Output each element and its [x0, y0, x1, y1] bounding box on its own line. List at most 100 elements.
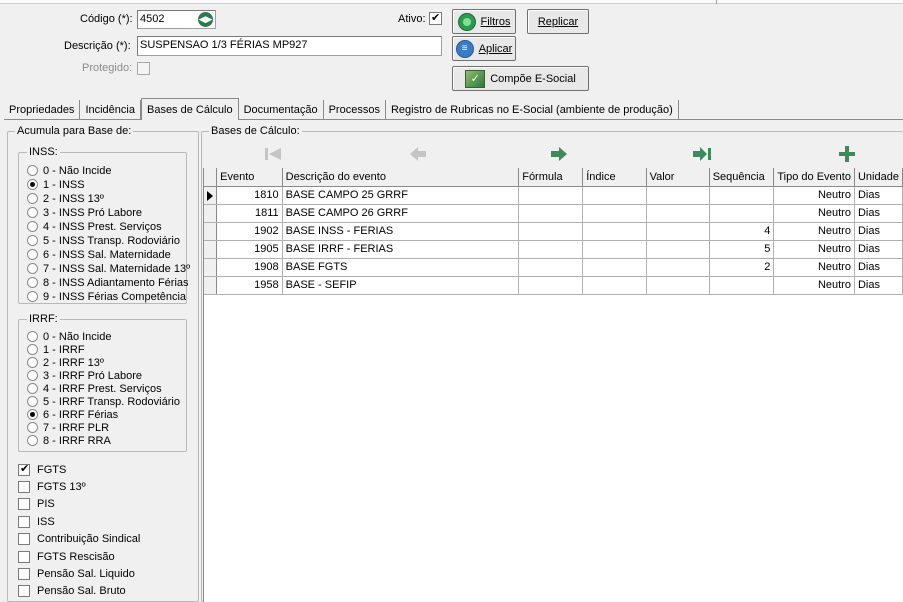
- cell-indice[interactable]: [582, 186, 647, 205]
- base-check-option[interactable]: FGTS Rescisão: [18, 550, 115, 563]
- inss-option[interactable]: 0 - Não Incide: [27, 164, 111, 177]
- base-checkbox[interactable]: [18, 480, 30, 493]
- cell-indice[interactable]: [582, 204, 647, 223]
- table-row[interactable]: 1811 BASE CAMPO 26 GRRF Neutro Dias: [204, 204, 903, 223]
- cell-valor[interactable]: [646, 222, 710, 241]
- inss-option[interactable]: 7 - INSS Sal. Maternidade 13º: [27, 262, 190, 275]
- irrf-radio[interactable]: [27, 435, 38, 446]
- base-check-option[interactable]: PIS: [18, 498, 55, 511]
- irrf-radio[interactable]: [27, 331, 38, 342]
- base-checkbox[interactable]: [18, 462, 30, 476]
- table-row[interactable]: 1905 BASE IRRF - FERIAS 5 Neutro Dias: [204, 240, 903, 259]
- col-valor[interactable]: Valor: [646, 168, 710, 187]
- cell-valor[interactable]: [646, 204, 710, 223]
- inss-radio[interactable]: [27, 291, 38, 302]
- inss-option[interactable]: 3 - INSS Pró Labore: [27, 206, 142, 219]
- base-check-option[interactable]: Contribuição Sindical: [18, 533, 140, 546]
- cell-formula[interactable]: [518, 258, 584, 277]
- first-record-icon[interactable]: [260, 143, 286, 165]
- base-checkbox[interactable]: [18, 567, 30, 580]
- base-check-option[interactable]: Pensão Sal. Liquido: [18, 567, 135, 580]
- tab-incidencia[interactable]: Incidência: [80, 100, 141, 120]
- inss-radio[interactable]: [27, 249, 38, 260]
- cell-unidade[interactable]: Dias: [854, 240, 903, 259]
- irrf-option[interactable]: 4 - IRRF Prest. Serviços: [27, 382, 162, 395]
- cell-descricao[interactable]: BASE CAMPO 25 GRRF: [282, 186, 520, 205]
- inss-radio[interactable]: [27, 277, 38, 288]
- col-descricao[interactable]: Descrição do evento: [282, 168, 520, 187]
- cell-indice[interactable]: [582, 222, 647, 241]
- replicar-button[interactable]: Replicar: [527, 9, 589, 34]
- col-formula[interactable]: Fórmula: [518, 168, 584, 187]
- irrf-radio[interactable]: [27, 383, 38, 394]
- irrf-option[interactable]: 2 - IRRF 13º: [27, 356, 104, 369]
- add-record-icon[interactable]: [834, 143, 860, 165]
- table-row[interactable]: 1810 BASE CAMPO 25 GRRF Neutro Dias: [204, 186, 903, 205]
- col-sequencia[interactable]: Sequência: [709, 168, 775, 187]
- irrf-option[interactable]: 1 - IRRF: [27, 343, 85, 356]
- irrf-option[interactable]: 8 - IRRF RRA: [27, 434, 111, 447]
- base-checkbox[interactable]: [18, 550, 30, 563]
- cell-sequencia[interactable]: [709, 204, 775, 223]
- irrf-radio[interactable]: [27, 344, 38, 355]
- cell-formula[interactable]: [518, 276, 584, 295]
- base-checkbox[interactable]: [18, 533, 30, 546]
- inss-radio[interactable]: [27, 263, 38, 274]
- inss-option[interactable]: 4 - INSS Prest. Serviços: [27, 220, 162, 233]
- irrf-option[interactable]: 3 - IRRF Pró Labore: [27, 369, 142, 382]
- cell-tipo-evento[interactable]: Neutro: [773, 186, 855, 205]
- irrf-option[interactable]: 0 - Não Incide: [27, 330, 111, 343]
- lookup-icon[interactable]: ◀▶: [198, 12, 213, 27]
- base-checkbox[interactable]: [18, 585, 30, 598]
- tab-bases-de-calculo[interactable]: Bases de Cálculo: [140, 98, 239, 120]
- irrf-radio[interactable]: [27, 357, 38, 368]
- table-row[interactable]: 1908 BASE FGTS 2 Neutro Dias: [204, 258, 903, 277]
- irrf-radio[interactable]: [27, 409, 38, 420]
- last-record-icon[interactable]: [690, 143, 716, 165]
- irrf-radio[interactable]: [27, 370, 38, 381]
- table-row[interactable]: 1958 BASE - SEFIP Neutro Dias: [204, 276, 903, 295]
- col-evento[interactable]: Evento: [216, 168, 283, 187]
- filtros-button[interactable]: Filtros: [452, 9, 516, 34]
- cell-unidade[interactable]: Dias: [854, 258, 903, 277]
- cell-evento[interactable]: 1810: [216, 186, 283, 205]
- cell-tipo-evento[interactable]: Neutro: [773, 240, 855, 259]
- base-check-option[interactable]: FGTS 13º: [18, 480, 86, 493]
- cell-sequencia[interactable]: 2: [709, 258, 775, 277]
- base-check-option[interactable]: FGTS: [18, 462, 66, 476]
- col-indice[interactable]: Índice: [582, 168, 647, 187]
- col-tipo-evento[interactable]: Tipo do Evento: [773, 168, 855, 187]
- cell-valor[interactable]: [646, 276, 710, 295]
- col-unidade[interactable]: Unidade: [854, 168, 903, 187]
- compoe-esocial-button[interactable]: ✓ Compõe E-Social: [452, 66, 589, 91]
- inss-option[interactable]: 8 - INSS Adiantamento Férias: [27, 276, 189, 289]
- inss-radio[interactable]: [27, 207, 38, 218]
- inss-option[interactable]: 6 - INSS Sal. Maternidade: [27, 248, 171, 261]
- cell-sequencia[interactable]: 5: [709, 240, 775, 259]
- inss-option[interactable]: 1 - INSS: [27, 178, 85, 191]
- inss-radio[interactable]: [27, 193, 38, 204]
- table-row[interactable]: 1902 BASE INSS - FERIAS 4 Neutro Dias: [204, 222, 903, 241]
- cell-formula[interactable]: [518, 186, 584, 205]
- cell-unidade[interactable]: Dias: [854, 222, 903, 241]
- irrf-radio[interactable]: [27, 422, 38, 433]
- inss-radio[interactable]: [27, 235, 38, 246]
- cell-evento[interactable]: 1811: [216, 204, 283, 223]
- base-checkbox[interactable]: [18, 515, 30, 528]
- tab-documentacao[interactable]: Documentação: [239, 100, 324, 120]
- tab-registro-rubricas[interactable]: Registro de Rubricas no E-Social (ambien…: [386, 100, 679, 120]
- cell-sequencia[interactable]: 4: [709, 222, 775, 241]
- cell-indice[interactable]: [582, 276, 647, 295]
- cell-tipo-evento[interactable]: Neutro: [773, 258, 855, 277]
- inss-radio[interactable]: [27, 165, 38, 176]
- inss-option[interactable]: 2 - INSS 13º: [27, 192, 104, 205]
- cell-tipo-evento[interactable]: Neutro: [773, 204, 855, 223]
- inss-radio[interactable]: [27, 179, 38, 190]
- cell-sequencia[interactable]: [709, 276, 775, 295]
- cell-unidade[interactable]: Dias: [854, 186, 903, 205]
- cell-indice[interactable]: [582, 240, 647, 259]
- cell-valor[interactable]: [646, 240, 710, 259]
- ativo-checkbox[interactable]: [429, 11, 442, 25]
- aplicar-button[interactable]: ≡ Aplicar: [452, 36, 516, 61]
- cell-descricao[interactable]: BASE - SEFIP: [282, 276, 520, 295]
